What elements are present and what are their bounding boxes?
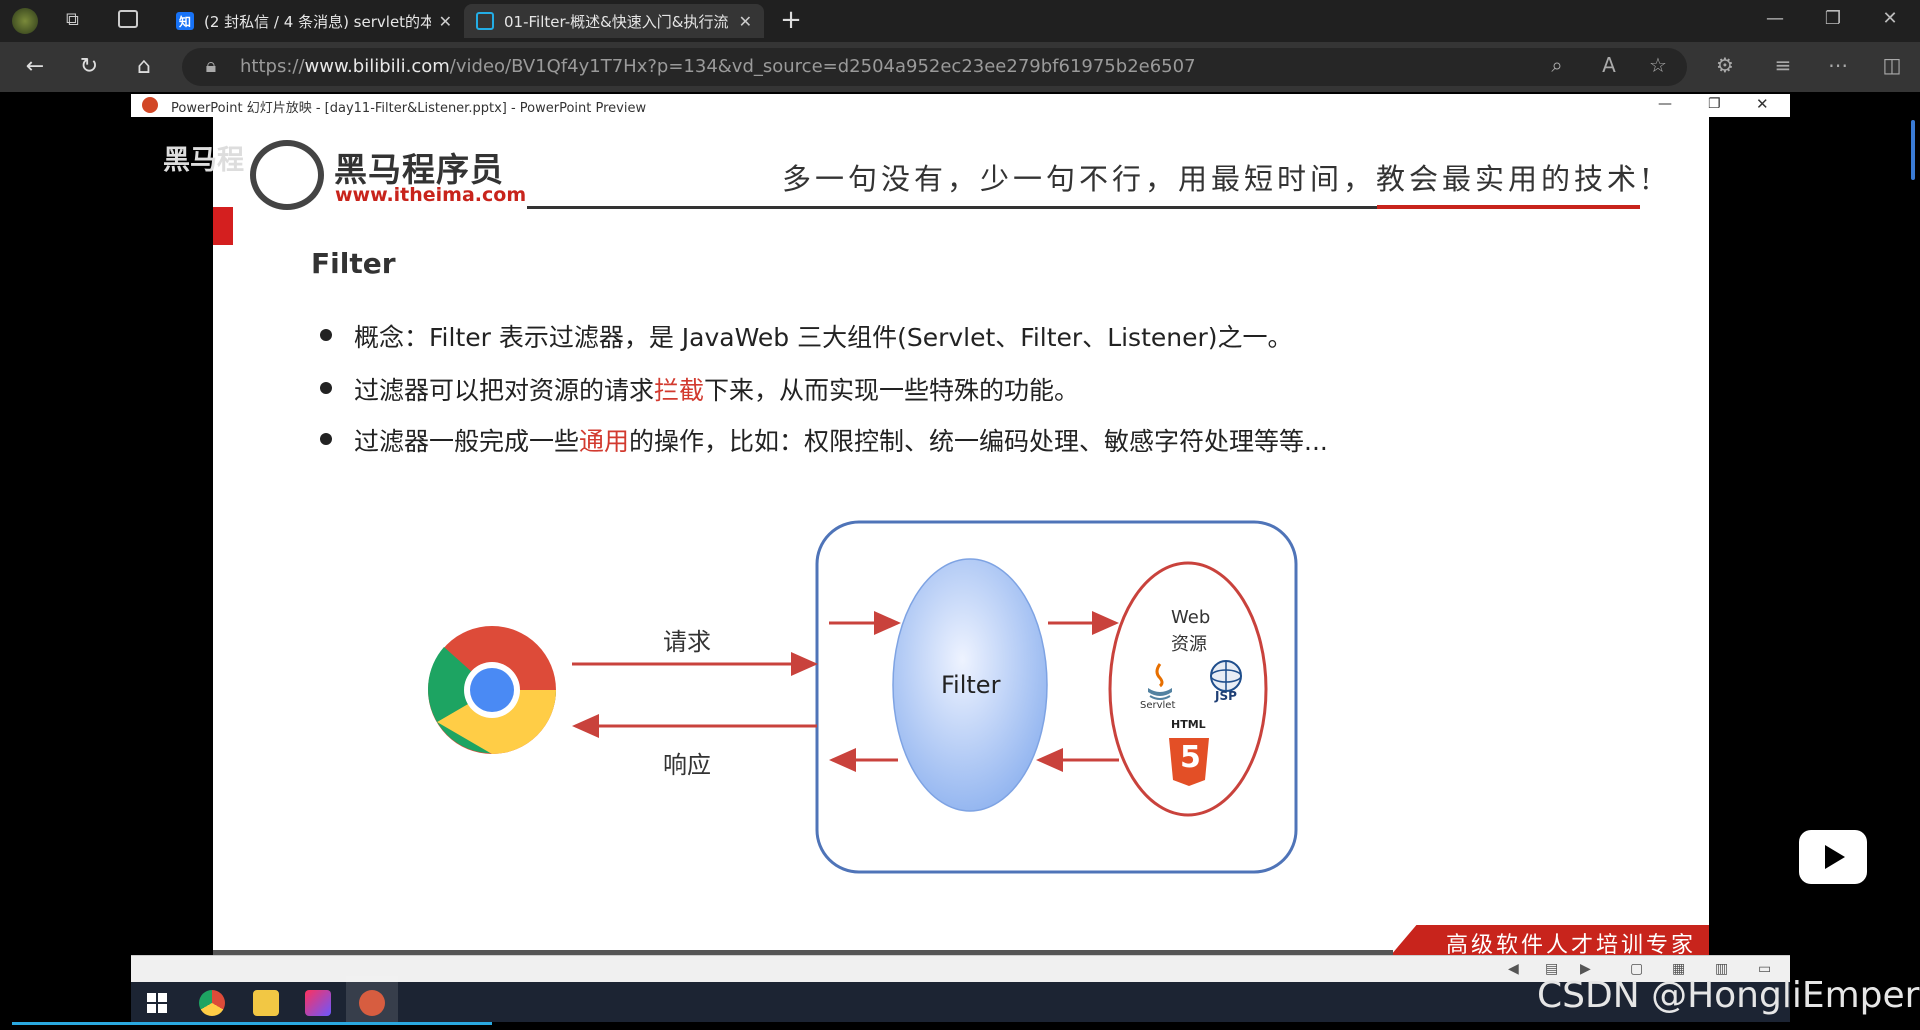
filter-label: Filter xyxy=(941,671,1001,699)
chrome-browser-icon xyxy=(428,626,556,754)
jsp-label: JSP xyxy=(1215,689,1237,703)
file-explorer-icon xyxy=(253,990,279,1016)
request-label: 请求 xyxy=(663,628,711,656)
html5-digit: 5 xyxy=(1180,740,1201,775)
bilibili-play-icon[interactable] xyxy=(1799,830,1867,884)
windows-start-icon xyxy=(147,993,167,1013)
chrome-taskbar-icon xyxy=(199,990,225,1016)
servlet-label: Servlet xyxy=(1140,700,1176,711)
csdn-watermark: CSDN @HongliEmperor xyxy=(1537,975,1920,1016)
resource-label: 资源 xyxy=(1171,634,1207,655)
progress-bar xyxy=(12,1022,492,1025)
filter-diagram xyxy=(428,520,1298,874)
scrollbar[interactable] xyxy=(1911,120,1915,180)
web-label: Web xyxy=(1171,607,1211,628)
jsp-icon xyxy=(1210,660,1242,692)
html-label: HTML xyxy=(1171,718,1206,731)
active-app-indicator xyxy=(346,976,398,1022)
prev-slide-icon: ◀ xyxy=(1508,961,1519,977)
intellij-icon xyxy=(305,990,331,1016)
response-label: 响应 xyxy=(663,751,711,779)
